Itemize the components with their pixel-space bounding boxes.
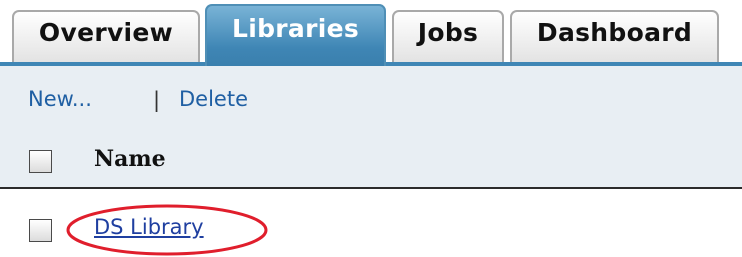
tab-jobs[interactable]: Jobs: [392, 10, 504, 62]
delete-link[interactable]: Delete: [179, 87, 248, 111]
library-link[interactable]: DS Library: [94, 215, 204, 239]
table-row: DS Library: [0, 189, 742, 257]
row-checkbox[interactable]: [29, 219, 52, 242]
action-toolbar: New... | Delete: [0, 66, 742, 133]
column-header-name[interactable]: Name: [94, 146, 166, 172]
tab-libraries[interactable]: Libraries: [205, 4, 386, 66]
new-link[interactable]: New...: [28, 87, 92, 111]
table-header: Name: [0, 133, 742, 189]
select-all-checkbox[interactable]: [29, 150, 52, 173]
tab-overview[interactable]: Overview: [12, 10, 200, 62]
tab-dashboard[interactable]: Dashboard: [510, 10, 719, 62]
tab-bar: Overview Libraries Jobs Dashboard: [0, 0, 742, 66]
toolbar-separator: |: [153, 88, 161, 112]
